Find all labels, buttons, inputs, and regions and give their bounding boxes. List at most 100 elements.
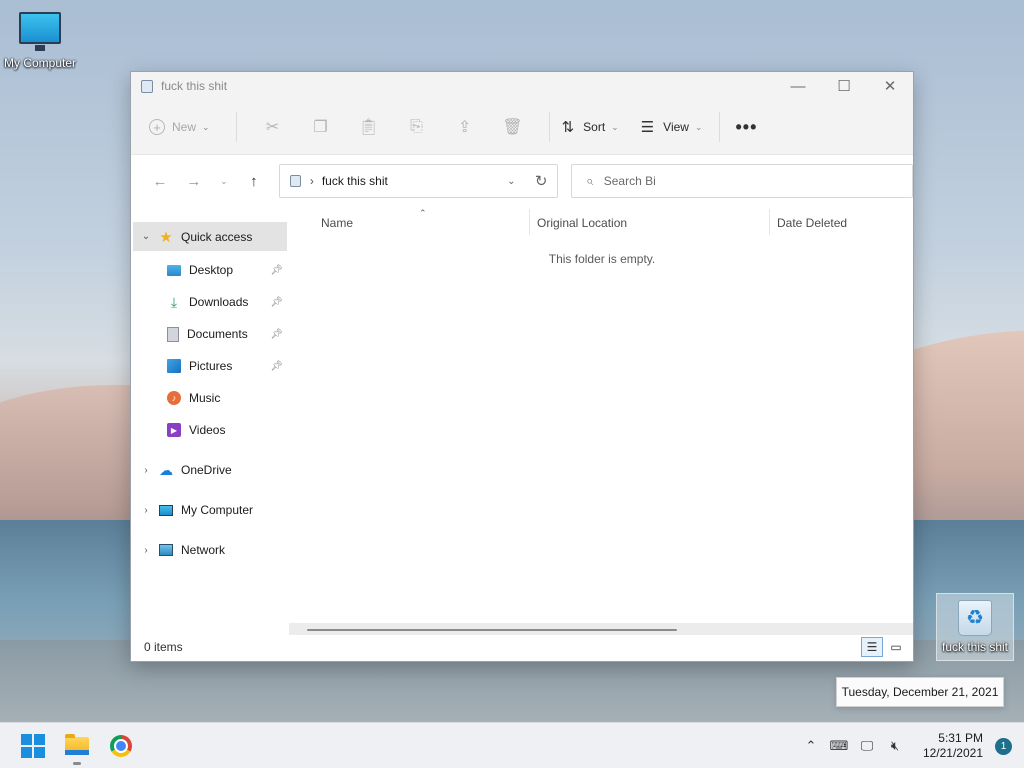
chevron-right-icon[interactable]: ›: [133, 465, 159, 476]
keyboard-icon[interactable]: ⌨: [825, 738, 853, 754]
file-explorer-icon: [65, 733, 89, 755]
details-view-icon[interactable]: ☰: [861, 637, 883, 657]
sidebar-item-label: Music: [189, 391, 221, 405]
sidebar-item-network[interactable]: › Network: [133, 534, 291, 566]
copy-button[interactable]: ❐: [297, 111, 345, 143]
view-button[interactable]: ☰ View ⌄: [641, 111, 703, 143]
system-tray: ⌃ ⌨ 🖵︎ 🔇︎ 5:31 PM 12/21/2021 1: [797, 723, 1024, 768]
paste-button[interactable]: 📋︎: [345, 111, 393, 143]
sidebar-item-quick-access[interactable]: ⌄ ★ Quick access: [133, 222, 287, 251]
recycle-bin-icon: [289, 175, 301, 187]
more-options-button[interactable]: •••: [736, 111, 758, 143]
sidebar-item-videos[interactable]: ▶ Videos: [131, 414, 291, 446]
desktop-icon-recycle-bin[interactable]: ♻ fuck this shit: [936, 593, 1014, 661]
status-bar: 0 items ☰ ▭: [131, 633, 913, 661]
music-icon: ♪: [167, 391, 181, 405]
column-header-name[interactable]: Name: [321, 216, 353, 230]
title-bar[interactable]: fuck this shit — ☐ ✕: [131, 72, 913, 100]
start-button[interactable]: [11, 724, 55, 768]
sidebar-item-documents[interactable]: Documents 📌︎: [131, 318, 291, 350]
up-arrow-icon[interactable]: ↑: [237, 173, 271, 190]
desktop-icon: [167, 264, 181, 276]
taskbar-chrome[interactable]: [99, 724, 143, 768]
sidebar-item-my-computer[interactable]: › My Computer: [133, 494, 291, 526]
desktop-icon-label: fuck this shit: [941, 640, 1009, 654]
column-divider[interactable]: [769, 209, 770, 235]
pin-icon[interactable]: 📌︎: [270, 297, 283, 308]
recycle-bin-icon: [141, 79, 153, 93]
toolbar-divider: [235, 112, 237, 142]
maximize-button[interactable]: ☐: [821, 72, 867, 100]
start-icon: [21, 733, 45, 758]
cloud-icon: ☁: [159, 461, 173, 478]
chevron-down-icon: ⌄: [202, 121, 210, 132]
back-arrow-icon[interactable]: ←: [143, 173, 177, 190]
copy-icon: ❐: [313, 119, 328, 136]
command-bar: + New ⌄ ✂ ❐ 📋︎ ⎘ ⇪ 🗑︎ ⇅ Sort ⌄ ☰ View ⌄ …: [131, 100, 913, 155]
sort-button[interactable]: ⇅ Sort ⌄: [562, 111, 619, 143]
navigation-bar: ← → ⌄ ↑ › fuck this shit ⌄ ↻ ⌕: [131, 155, 913, 207]
column-header-original-location[interactable]: Original Location: [537, 216, 627, 230]
scrollbar-thumb[interactable]: [307, 629, 677, 631]
paste-icon: 📋︎: [358, 119, 379, 136]
search-input[interactable]: [603, 174, 894, 188]
address-dropdown-icon[interactable]: ⌄: [507, 176, 515, 187]
rename-button[interactable]: ⎘: [393, 111, 441, 143]
share-button[interactable]: ⇪: [441, 111, 489, 143]
breadcrumb-current[interactable]: fuck this shit: [322, 174, 388, 188]
sidebar-item-onedrive[interactable]: › ☁ OneDrive: [133, 454, 291, 486]
pictures-icon: [167, 359, 181, 373]
sidebar-item-pictures[interactable]: Pictures 📌︎: [131, 350, 291, 382]
clock[interactable]: 5:31 PM 12/21/2021: [917, 731, 983, 761]
breadcrumb-separator-icon: ›: [309, 174, 314, 188]
navigation-pane: ⌄ ★ Quick access Desktop 📌︎ ⤓ Downloads …: [131, 207, 291, 661]
monitor-icon: [19, 12, 61, 51]
pin-icon[interactable]: 📌︎: [270, 361, 283, 372]
chevron-right-icon[interactable]: ›: [133, 505, 159, 516]
share-icon: ⇪: [457, 119, 472, 136]
cut-button[interactable]: ✂: [249, 111, 297, 143]
close-button[interactable]: ✕: [867, 72, 913, 100]
large-icons-view-icon[interactable]: ▭: [885, 637, 907, 657]
sidebar-item-label: Network: [181, 543, 226, 557]
column-divider[interactable]: [529, 209, 530, 235]
sidebar-item-music[interactable]: ♪ Music: [131, 382, 291, 414]
star-icon: ★: [159, 228, 173, 246]
sidebar-item-label: Desktop: [189, 263, 234, 277]
view-toggles: ☰ ▭: [859, 637, 907, 657]
new-button[interactable]: + New ⌄: [149, 111, 210, 143]
notification-badge[interactable]: 1: [995, 737, 1012, 755]
desktop-icon-my-computer[interactable]: My Computer: [0, 12, 80, 70]
sidebar-item-label: My Computer: [181, 503, 254, 517]
plus-icon: +: [149, 119, 165, 135]
sidebar-item-desktop[interactable]: Desktop 📌︎: [131, 254, 291, 286]
sidebar-item-downloads[interactable]: ⤓ Downloads 📌︎: [131, 286, 291, 318]
recent-locations-chevron-icon[interactable]: ⌄: [211, 176, 237, 187]
refresh-icon[interactable]: ↻: [535, 172, 548, 190]
sort-icon: ⇅: [561, 119, 575, 136]
date-tooltip: Tuesday, December 21, 2021: [836, 677, 1004, 707]
documents-icon: [167, 326, 179, 342]
chevron-down-icon[interactable]: ⌄: [133, 231, 159, 242]
view-label: View: [663, 120, 689, 134]
show-hidden-icons-chevron-icon[interactable]: ⌃: [797, 738, 825, 754]
rename-icon: ⎘: [410, 118, 423, 135]
column-header-date-deleted[interactable]: Date Deleted: [777, 216, 847, 230]
clock-time: 5:31 PM: [938, 731, 983, 745]
volume-muted-icon[interactable]: 🔇︎: [881, 738, 909, 754]
pin-icon[interactable]: 📌︎: [270, 265, 283, 276]
taskbar-file-explorer[interactable]: [55, 724, 99, 768]
pin-icon[interactable]: 📌︎: [270, 329, 283, 340]
delete-button[interactable]: 🗑︎: [489, 111, 537, 143]
forward-arrow-icon[interactable]: →: [177, 173, 211, 190]
search-box[interactable]: ⌕: [571, 164, 913, 198]
chevron-right-icon[interactable]: ›: [133, 545, 159, 556]
sidebar-item-label: Quick access: [181, 229, 253, 244]
address-bar[interactable]: › fuck this shit ⌄ ↻: [278, 164, 559, 198]
toolbar-divider: [718, 112, 720, 142]
network-status-icon[interactable]: 🖵︎: [853, 738, 881, 754]
minimize-button[interactable]: —: [775, 72, 821, 100]
file-list-pane: ⌃ Name Original Location Date Deleted Th…: [291, 207, 913, 661]
sidebar-item-label: Pictures: [189, 359, 233, 373]
new-label: New: [172, 120, 197, 134]
